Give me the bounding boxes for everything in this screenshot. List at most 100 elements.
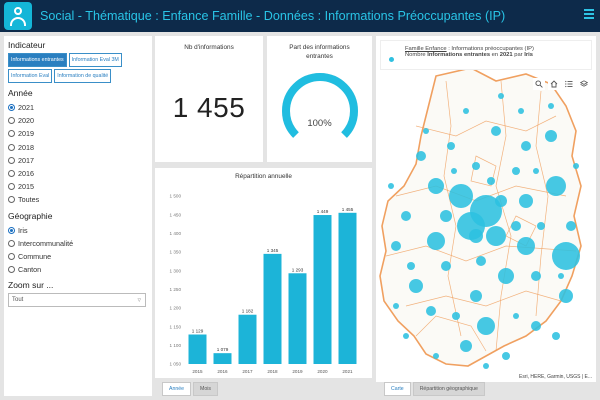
map-bubble bbox=[451, 168, 457, 174]
map-bubble bbox=[469, 229, 483, 243]
geo-option[interactable]: Intercommunalité bbox=[8, 237, 148, 250]
radio-button[interactable] bbox=[8, 183, 15, 191]
indicator-button-entrantes[interactable]: Informations entrantes bbox=[8, 53, 67, 67]
map-bubble bbox=[537, 222, 545, 230]
hamburger-menu-icon[interactable] bbox=[584, 9, 594, 21]
x-tick-label: 2020 bbox=[317, 369, 328, 374]
map-bubble bbox=[487, 177, 495, 185]
radio-button[interactable] bbox=[8, 156, 15, 164]
indicateur-heading: Indicateur bbox=[8, 40, 46, 50]
year-option[interactable]: 2015 bbox=[8, 180, 148, 193]
y-tick-label: 1 050 bbox=[170, 362, 182, 367]
y-tick-label: 1 250 bbox=[170, 287, 182, 292]
x-tick-label: 2021 bbox=[342, 369, 353, 374]
map-bubble bbox=[502, 352, 510, 360]
map-bubble bbox=[470, 290, 482, 302]
year-option[interactable]: 2021 bbox=[8, 101, 148, 114]
map-tabs: Carte Répartition géographique bbox=[384, 382, 485, 396]
tab-mois[interactable]: Mois bbox=[193, 382, 218, 396]
year-option[interactable]: 2020 bbox=[8, 114, 148, 127]
map-bubble bbox=[546, 176, 566, 196]
map-bubble bbox=[566, 221, 576, 231]
bar-value-label: 1 449 bbox=[317, 209, 329, 214]
zoom-select[interactable]: Tout ▿ bbox=[8, 293, 146, 308]
map-bubble bbox=[449, 184, 473, 208]
bar-value-label: 1 345 bbox=[267, 248, 279, 253]
map-bubble bbox=[558, 273, 564, 279]
map-bubble bbox=[559, 289, 573, 303]
bar-2020 bbox=[313, 215, 332, 364]
list-icon[interactable] bbox=[563, 78, 575, 90]
radio-button[interactable] bbox=[8, 104, 15, 112]
gauge-chart bbox=[282, 73, 358, 138]
radio-button[interactable] bbox=[8, 130, 15, 138]
chart-tabs: Année Mois bbox=[162, 382, 218, 396]
indicator-button-qualite[interactable]: Information de qualité bbox=[54, 69, 112, 83]
map-bubble bbox=[433, 353, 439, 359]
bar-chart: 1 050 1 100 1 150 1 200 1 250 1 300 1 350 1 400… bbox=[170, 194, 357, 374]
year-label: 2017 bbox=[18, 155, 34, 165]
year-option[interactable]: 2016 bbox=[8, 167, 148, 180]
indicator-button-eval-3m[interactable]: Information Eval 3M bbox=[68, 53, 122, 67]
year-option[interactable]: 2019 bbox=[8, 127, 148, 140]
tab-repartition-geographique[interactable]: Répartition géographique bbox=[412, 382, 485, 396]
geo-option[interactable]: Iris bbox=[8, 224, 148, 237]
year-option[interactable]: 2017 bbox=[8, 154, 148, 167]
family-icon bbox=[4, 2, 32, 30]
map-attribution: Esri, HERE, Garmin, USGS | E... bbox=[517, 374, 594, 380]
map-bubble bbox=[476, 256, 486, 266]
map-toolbar bbox=[533, 78, 590, 90]
map-bubble bbox=[477, 317, 495, 335]
map-bubble bbox=[472, 162, 480, 170]
legend-line2-geo: Iris bbox=[524, 52, 533, 58]
layers-icon[interactable] bbox=[578, 78, 590, 90]
radio-button[interactable] bbox=[8, 239, 15, 247]
map-bubble bbox=[393, 303, 399, 309]
map-bubble bbox=[533, 168, 539, 174]
annee-heading: Année bbox=[8, 88, 33, 98]
y-tick-label: 1 450 bbox=[170, 212, 182, 217]
map-bubble bbox=[483, 363, 489, 369]
y-tick-label: 1 350 bbox=[170, 250, 182, 255]
app-title: Social - Thématique : Enfance Famille - … bbox=[40, 9, 506, 23]
indicator-button-eval[interactable]: Information Eval bbox=[8, 69, 53, 83]
search-icon[interactable] bbox=[533, 78, 545, 90]
chevron-down-icon: ▿ bbox=[137, 297, 141, 305]
radio-button[interactable] bbox=[8, 252, 15, 260]
map-bubble bbox=[519, 194, 533, 208]
year-label: 2018 bbox=[18, 142, 34, 152]
app-header: Social - Thématique : Enfance Famille - … bbox=[0, 0, 600, 32]
map-bubble bbox=[498, 268, 514, 284]
zoom-heading: Zoom sur ... bbox=[8, 280, 54, 291]
map-bubble bbox=[452, 312, 460, 320]
geo-label: Intercommunalité bbox=[18, 238, 74, 248]
zoom-select-value: Tout bbox=[12, 297, 24, 304]
tab-annee[interactable]: Année bbox=[162, 382, 192, 396]
radio-button[interactable] bbox=[8, 143, 15, 151]
map-panel[interactable]: Famille Enfance : Informations préoccupa… bbox=[376, 36, 596, 382]
x-tick-label: 2019 bbox=[292, 369, 303, 374]
tab-carte[interactable]: Carte bbox=[384, 382, 411, 396]
map-bubble bbox=[552, 242, 580, 270]
year-option[interactable]: Toutes bbox=[8, 193, 148, 206]
geo-option[interactable]: Canton bbox=[8, 263, 148, 276]
radio-button[interactable] bbox=[8, 226, 15, 234]
map-bubble bbox=[401, 211, 411, 221]
map-bubble bbox=[428, 178, 444, 194]
x-tick-label: 2015 bbox=[192, 369, 203, 374]
year-label: 2015 bbox=[18, 182, 34, 192]
home-icon[interactable] bbox=[548, 78, 560, 90]
map-bubble bbox=[498, 93, 504, 99]
bar-2019 bbox=[288, 273, 307, 364]
radio-button[interactable] bbox=[8, 117, 15, 125]
radio-button[interactable] bbox=[8, 196, 15, 204]
geographie-heading: Géographie bbox=[8, 210, 53, 221]
year-option[interactable]: 2018 bbox=[8, 141, 148, 154]
geo-option[interactable]: Commune bbox=[8, 250, 148, 263]
bar-value-label: 1 455 bbox=[342, 207, 354, 212]
map-bubble bbox=[518, 108, 524, 114]
map-bubble bbox=[388, 183, 394, 189]
filter-panel: Indicateur Informations entrantes Inform… bbox=[4, 36, 152, 396]
radio-button[interactable] bbox=[8, 266, 15, 274]
radio-button[interactable] bbox=[8, 170, 15, 178]
